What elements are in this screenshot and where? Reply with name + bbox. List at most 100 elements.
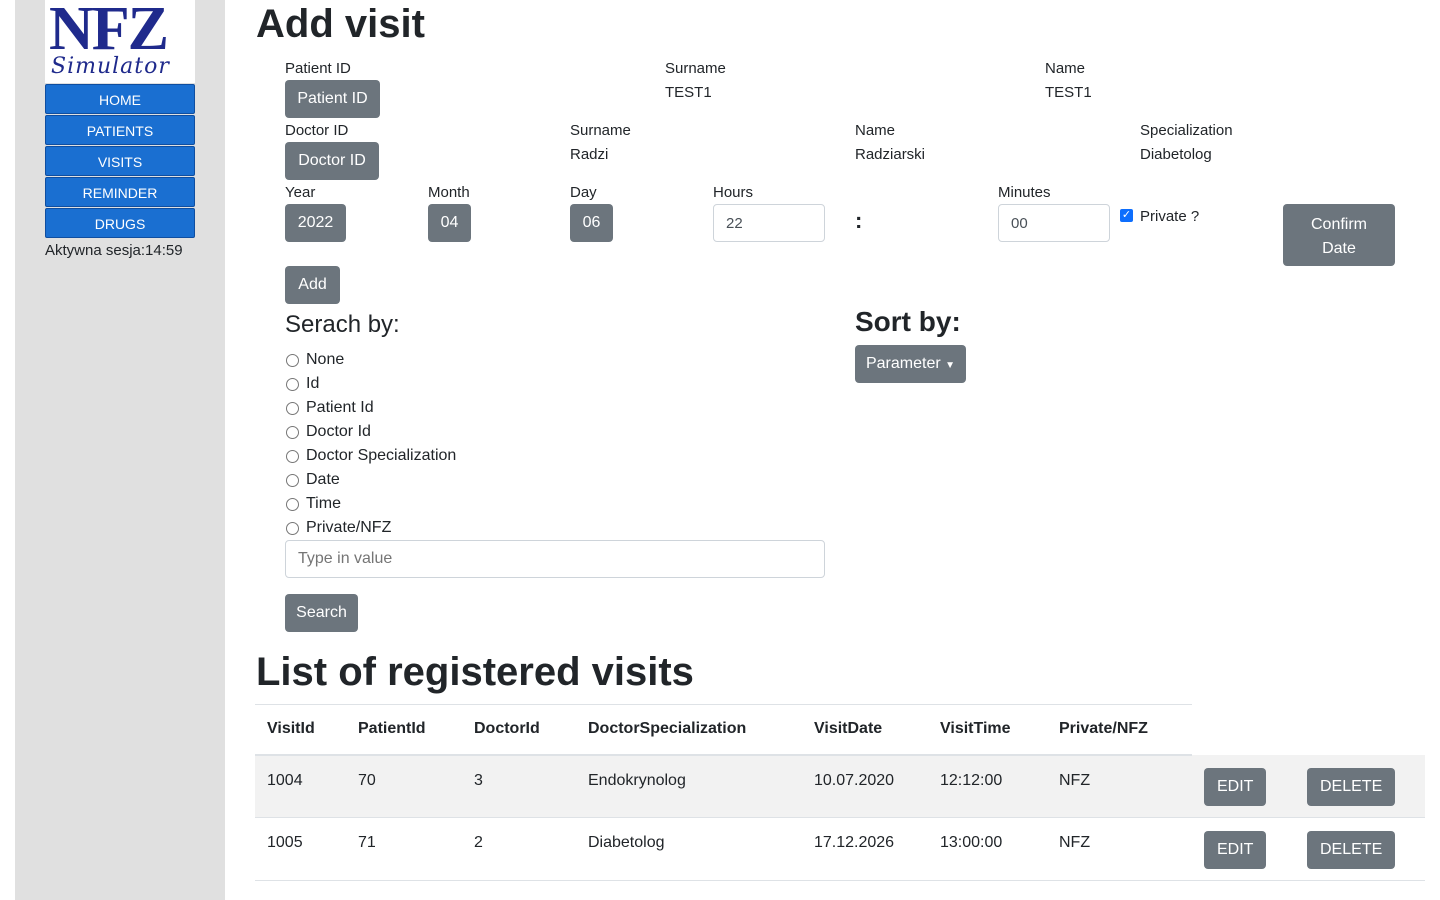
radio-button[interactable] xyxy=(286,377,299,391)
delete-button[interactable]: DELETE xyxy=(1307,767,1396,806)
cell-delete: DELETE xyxy=(1295,754,1425,818)
doctor-surname-value: Radzi xyxy=(570,146,609,163)
edit-button[interactable]: EDIT xyxy=(1204,767,1267,806)
radio-label: Time xyxy=(306,495,341,512)
cell-patient-id: 70 xyxy=(346,754,462,818)
doctor-name-label: Name xyxy=(855,122,896,139)
radio-label: Id xyxy=(306,375,320,392)
search-button[interactable]: Search xyxy=(285,594,358,632)
search-input[interactable] xyxy=(285,540,825,578)
table-row: 1004 70 3 Endokrynolog 10.07.2020 12:12:… xyxy=(255,754,1425,818)
month-dropdown[interactable]: 04 xyxy=(428,204,471,242)
nav-patients-button[interactable]: PATIENTS xyxy=(45,115,195,145)
radio-label: Private/NFZ xyxy=(306,519,392,536)
confirm-date-button[interactable]: Confirm Date xyxy=(1283,204,1395,266)
sort-dropdown-label: Parameter xyxy=(865,355,941,372)
visits-title: List of registered visits xyxy=(256,650,694,694)
minutes-input[interactable] xyxy=(998,204,1110,242)
cell-visit-id: 1004 xyxy=(255,754,346,818)
patient-name-label: Name xyxy=(1045,60,1086,77)
doctor-name-value: Radziarski xyxy=(855,146,926,163)
col-visit-date: VisitDate xyxy=(802,704,928,756)
cell-visit-date: 17.12.2026 xyxy=(802,817,928,881)
visits-table: VisitId PatientId DoctorId DoctorSpecial… xyxy=(255,704,1425,881)
cell-doctor-id: 2 xyxy=(462,817,576,881)
radio-doctor-id[interactable]: Doctor Id xyxy=(285,420,371,444)
cell-edit: EDIT xyxy=(1192,817,1295,881)
cell-edit: EDIT xyxy=(1192,754,1295,818)
radio-button[interactable] xyxy=(286,497,299,511)
doctor-surname-label: Surname xyxy=(570,122,631,139)
radio-private-nfz[interactable]: Private/NFZ xyxy=(285,516,391,540)
radio-button[interactable] xyxy=(286,425,299,439)
nav-drugs-button[interactable]: DRUGS xyxy=(45,208,195,238)
table-header-row: VisitId PatientId DoctorId DoctorSpecial… xyxy=(255,704,1425,756)
edit-button[interactable]: EDIT xyxy=(1204,831,1267,869)
radio-label: Date xyxy=(306,471,340,488)
radio-button[interactable] xyxy=(286,401,299,415)
private-checkbox[interactable]: ✓ xyxy=(1120,209,1133,222)
year-label: Year xyxy=(285,184,316,201)
radio-button[interactable] xyxy=(286,521,299,535)
doctor-id-button[interactable]: Doctor ID xyxy=(285,142,379,180)
radio-none[interactable]: None xyxy=(285,348,344,372)
doctor-id-label: Doctor ID xyxy=(285,122,349,139)
year-dropdown[interactable]: 2022 xyxy=(285,204,346,242)
radio-doctor-specialization[interactable]: Doctor Specialization xyxy=(285,444,456,468)
add-visit-title: Add visit xyxy=(256,2,425,46)
col-doctor-id: DoctorId xyxy=(462,704,576,756)
radio-label: Patient Id xyxy=(306,399,374,416)
patient-name-value: TEST1 xyxy=(1045,84,1092,101)
cell-doctor-id: 3 xyxy=(462,754,576,818)
day-dropdown[interactable]: 06 xyxy=(570,204,613,242)
minutes-label: Minutes xyxy=(998,184,1051,201)
search-title: Serach by: xyxy=(285,311,400,338)
col-edit xyxy=(1192,705,1295,755)
confirm-date-line2: Date xyxy=(1322,240,1356,257)
col-patient-id: PatientId xyxy=(346,704,462,756)
col-visit-time: VisitTime xyxy=(928,704,1047,756)
logo-subtext: Simulator xyxy=(51,54,170,79)
specialization-value: Diabetolog xyxy=(1140,146,1212,163)
patient-id-label: Patient ID xyxy=(285,60,351,77)
month-label: Month xyxy=(428,184,470,201)
sort-title: Sort by: xyxy=(855,306,961,337)
cell-specialization: Diabetolog xyxy=(576,817,802,881)
cell-private-nfz: NFZ xyxy=(1047,754,1192,818)
nav-visits-button[interactable]: VISITS xyxy=(45,146,195,176)
radio-time[interactable]: Time xyxy=(285,492,341,516)
caret-down-icon: ▼ xyxy=(945,360,956,371)
patient-surname-value: TEST1 xyxy=(665,84,712,101)
patient-surname-label: Surname xyxy=(665,60,726,77)
radio-patient-id[interactable]: Patient Id xyxy=(285,396,374,420)
radio-button[interactable] xyxy=(286,473,299,487)
cell-visit-id: 1005 xyxy=(255,817,346,881)
confirm-date-line1: Confirm xyxy=(1310,216,1367,233)
cell-visit-date: 10.07.2020 xyxy=(802,754,928,818)
nav-home-button[interactable]: HOME xyxy=(45,84,195,114)
radio-button[interactable] xyxy=(286,353,299,367)
cell-delete: DELETE xyxy=(1295,817,1425,881)
specialization-label: Specialization xyxy=(1140,122,1233,139)
sort-parameter-dropdown[interactable]: Parameter ▼ xyxy=(855,345,966,383)
cell-patient-id: 71 xyxy=(346,817,462,881)
cell-specialization: Endokrynolog xyxy=(576,754,802,818)
time-separator: : xyxy=(855,208,863,233)
hours-input[interactable] xyxy=(713,204,825,242)
private-label: Private ? xyxy=(1140,208,1200,225)
radio-label: Doctor Specialization xyxy=(306,447,457,464)
patient-id-button[interactable]: Patient ID xyxy=(285,80,380,118)
radio-date[interactable]: Date xyxy=(285,468,340,492)
radio-id[interactable]: Id xyxy=(285,372,319,396)
delete-button[interactable]: DELETE xyxy=(1307,831,1396,869)
table-row: 1005 71 2 Diabetolog 17.12.2026 13:00:00… xyxy=(255,817,1425,881)
radio-button[interactable] xyxy=(286,449,299,463)
col-visit-id: VisitId xyxy=(255,704,346,756)
nfz-logo[interactable]: NFZ Simulator xyxy=(45,0,195,83)
radio-label: None xyxy=(306,351,345,368)
radio-label: Doctor Id xyxy=(306,423,371,440)
add-visit-button[interactable]: Add xyxy=(285,266,340,304)
session-timer: Aktywna sesja:14:59 xyxy=(45,242,183,259)
col-private-nfz: Private/NFZ xyxy=(1047,704,1192,756)
nav-reminder-button[interactable]: REMINDER xyxy=(45,177,195,207)
